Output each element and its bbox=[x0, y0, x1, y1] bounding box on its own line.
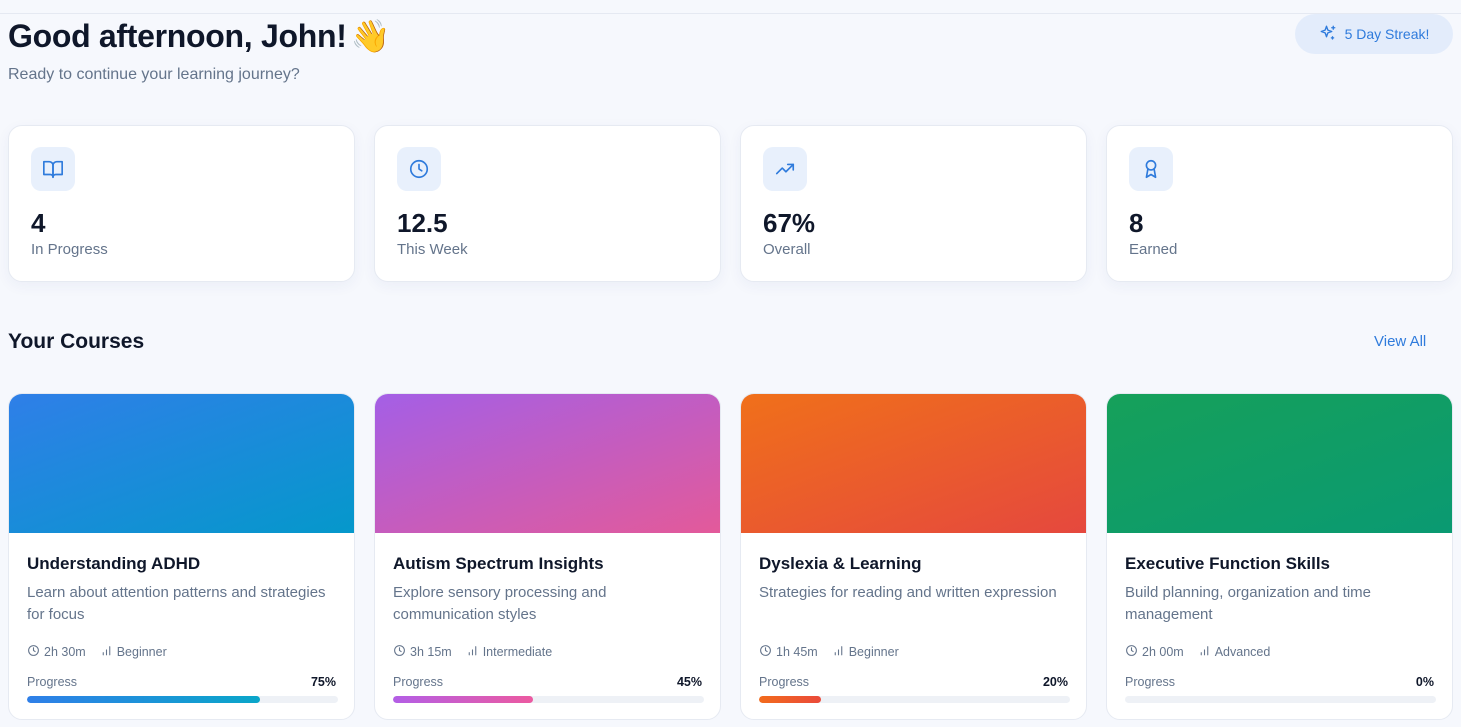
stat-card-this-week: 12.5 This Week bbox=[374, 125, 721, 282]
stat-value: 12.5 bbox=[397, 208, 448, 238]
stat-label: This Week bbox=[397, 241, 468, 258]
page-subtitle: Ready to continue your learning journey? bbox=[8, 66, 300, 83]
course-duration: 3h 15m bbox=[410, 645, 452, 659]
bar-chart-icon bbox=[466, 644, 483, 660]
progress-fill bbox=[759, 696, 822, 703]
progress-fill bbox=[393, 696, 533, 703]
course-description: Build planning, organization and time ma… bbox=[1125, 584, 1371, 623]
clock-icon bbox=[759, 644, 776, 660]
progress-bar bbox=[1125, 696, 1436, 703]
stat-value: 8 bbox=[1129, 208, 1144, 238]
course-duration: 2h 30m bbox=[44, 645, 86, 659]
course-level: Beginner bbox=[116, 645, 167, 659]
bar-chart-icon bbox=[832, 644, 849, 660]
wave-emoji: 👋 bbox=[350, 18, 391, 54]
clock-icon bbox=[27, 644, 44, 660]
course-description: Explore sensory processing and communica… bbox=[393, 584, 607, 623]
progress-label: Progress bbox=[759, 675, 810, 689]
course-meta: 3h 15m Intermediate bbox=[393, 644, 552, 660]
course-level: Intermediate bbox=[482, 645, 553, 659]
progress-bar bbox=[393, 696, 704, 703]
bar-chart-icon bbox=[100, 644, 117, 660]
stat-card-overall: 67% Overall bbox=[740, 125, 1087, 282]
stat-label: Overall bbox=[763, 241, 811, 258]
stat-value: 67% bbox=[763, 208, 816, 238]
stat-label: In Progress bbox=[31, 241, 108, 258]
course-title: Understanding ADHD bbox=[27, 554, 201, 573]
progress-label: Progress bbox=[27, 675, 78, 689]
progress-fill bbox=[27, 696, 261, 703]
trending-up-icon bbox=[763, 147, 807, 191]
course-banner bbox=[375, 394, 720, 533]
course-title: Dyslexia & Learning bbox=[759, 554, 922, 573]
sparkles-icon bbox=[1319, 24, 1337, 45]
progress-bar bbox=[27, 696, 338, 703]
stat-card-in-progress: 4 In Progress bbox=[8, 125, 355, 282]
progress-value: 45% bbox=[676, 675, 702, 689]
course-duration: 1h 45m bbox=[776, 645, 818, 659]
course-card[interactable]: Autism Spectrum Insights Explore sensory… bbox=[374, 393, 721, 720]
course-description: Learn about attention patterns and strat… bbox=[27, 584, 326, 623]
progress-value: 75% bbox=[310, 675, 336, 689]
course-banner bbox=[1107, 394, 1452, 533]
course-banner bbox=[741, 394, 1086, 533]
stat-value: 4 bbox=[31, 208, 46, 238]
course-meta: 2h 00m Advanced bbox=[1125, 644, 1270, 660]
course-card[interactable]: Understanding ADHD Learn about attention… bbox=[8, 393, 355, 720]
progress-value: 0% bbox=[1415, 675, 1434, 689]
course-meta: 1h 45m Beginner bbox=[759, 644, 899, 660]
view-all-link[interactable]: View All bbox=[1374, 333, 1426, 350]
progress-label: Progress bbox=[1125, 675, 1176, 689]
book-open-icon bbox=[31, 147, 75, 191]
stat-label: Earned bbox=[1129, 241, 1178, 258]
course-duration: 2h 00m bbox=[1142, 645, 1184, 659]
course-level: Advanced bbox=[1214, 645, 1271, 659]
course-title: Autism Spectrum Insights bbox=[393, 554, 604, 573]
streak-badge[interactable]: 5 Day Streak! bbox=[1295, 14, 1453, 54]
award-icon bbox=[1129, 147, 1173, 191]
course-level: Beginner bbox=[848, 645, 899, 659]
course-banner bbox=[9, 394, 354, 533]
clock-icon bbox=[1125, 644, 1142, 660]
course-description: Strategies for reading and written expre… bbox=[759, 584, 1057, 601]
progress-label: Progress bbox=[393, 675, 444, 689]
course-title: Executive Function Skills bbox=[1125, 554, 1331, 573]
top-divider bbox=[0, 13, 1461, 14]
course-card[interactable]: Dyslexia & Learning Strategies for readi… bbox=[740, 393, 1087, 720]
stat-card-earned: 8 Earned bbox=[1106, 125, 1453, 282]
section-title: Your Courses bbox=[8, 330, 145, 353]
course-meta: 2h 30m Beginner bbox=[27, 644, 167, 660]
bar-chart-icon bbox=[1198, 644, 1215, 660]
course-card[interactable]: Executive Function Skills Build planning… bbox=[1106, 393, 1453, 720]
progress-bar bbox=[759, 696, 1070, 703]
clock-icon bbox=[397, 147, 441, 191]
streak-label: 5 Day Streak! bbox=[1344, 26, 1430, 42]
page-title: Good afternoon, John! 👋 bbox=[8, 18, 391, 54]
clock-icon bbox=[393, 644, 410, 660]
progress-value: 20% bbox=[1042, 675, 1068, 689]
